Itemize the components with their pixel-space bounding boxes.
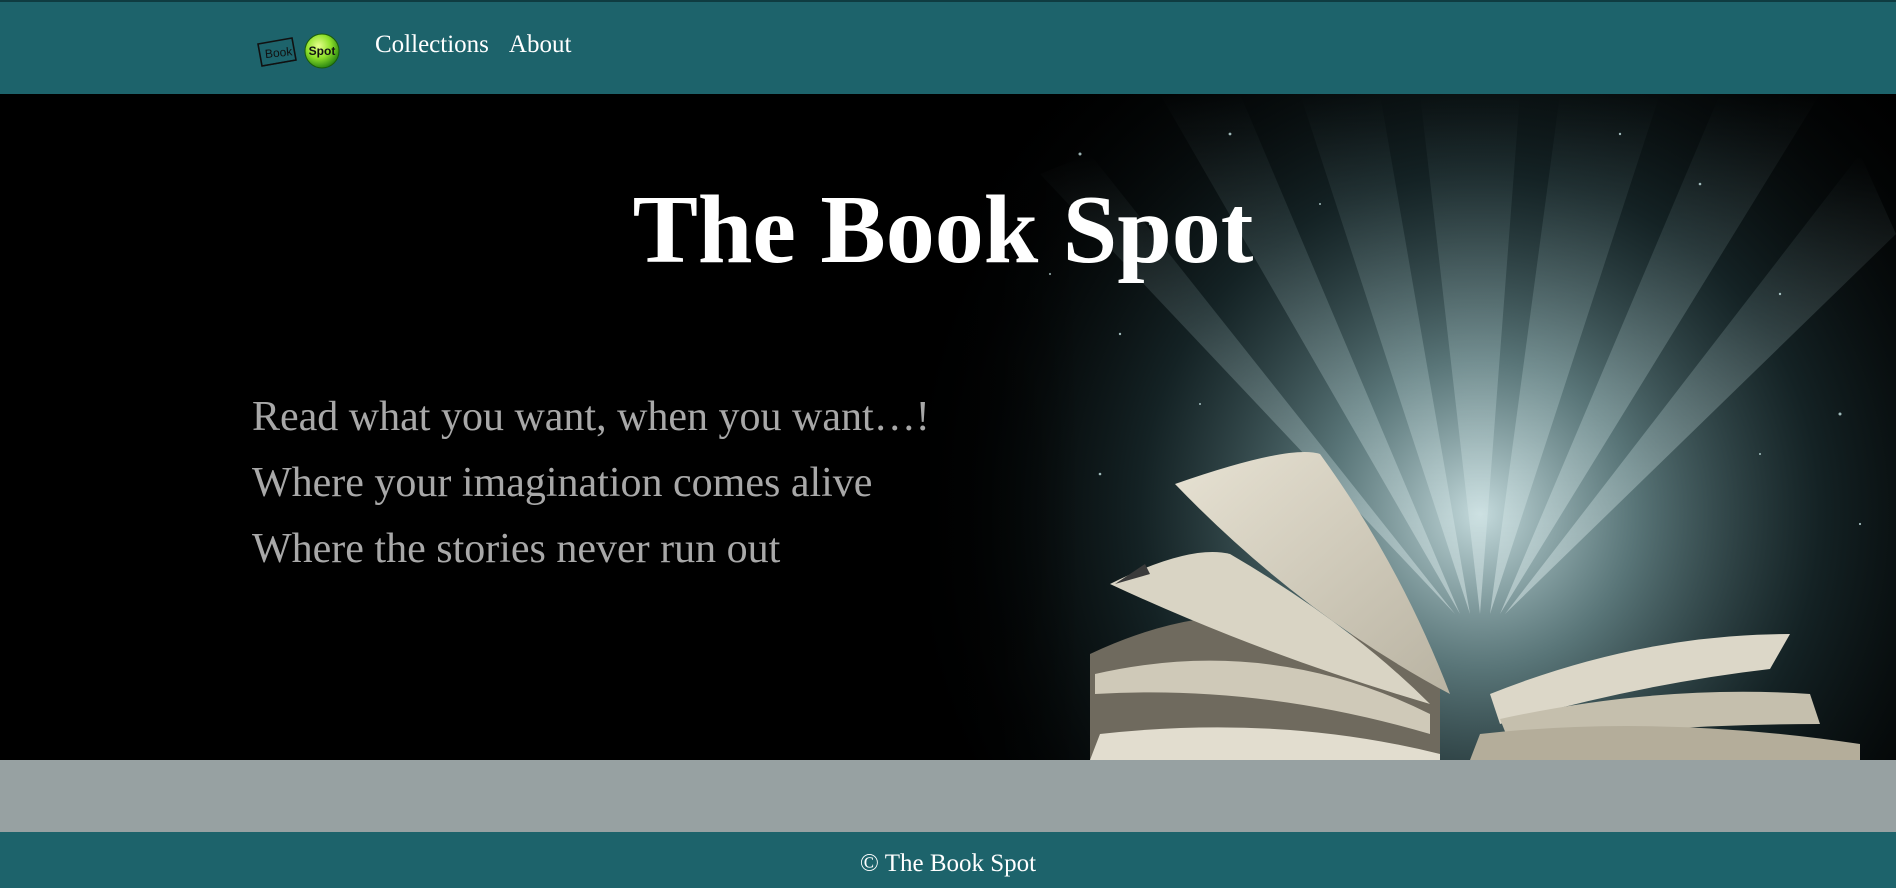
page: Book Spot Collections About The Book Spo… (0, 0, 1896, 888)
tagline: Read what you want, when you want…! (252, 394, 930, 440)
book-spot-logo[interactable]: Book Spot (256, 30, 342, 70)
content-band (0, 760, 1896, 832)
logo-word-book: Book (264, 44, 294, 61)
tagline-list: Read what you want, when you want…! Wher… (252, 384, 930, 582)
footer: © The Book Spot (0, 832, 1896, 888)
navbar: Book Spot Collections About (0, 0, 1896, 94)
hero-banner: The Book Spot Read what you want, when y… (0, 94, 1896, 760)
main-nav: Collections About (375, 28, 571, 62)
nav-collections-link[interactable]: Collections (375, 28, 489, 62)
hero-title: The Book Spot (632, 176, 1254, 284)
tagline: Where your imagination comes alive (252, 460, 873, 506)
nav-about-link[interactable]: About (509, 28, 572, 62)
logo-word-spot: Spot (309, 44, 336, 58)
footer-copyright: © The Book Spot (859, 850, 1037, 877)
tagline: Where the stories never run out (252, 526, 781, 572)
